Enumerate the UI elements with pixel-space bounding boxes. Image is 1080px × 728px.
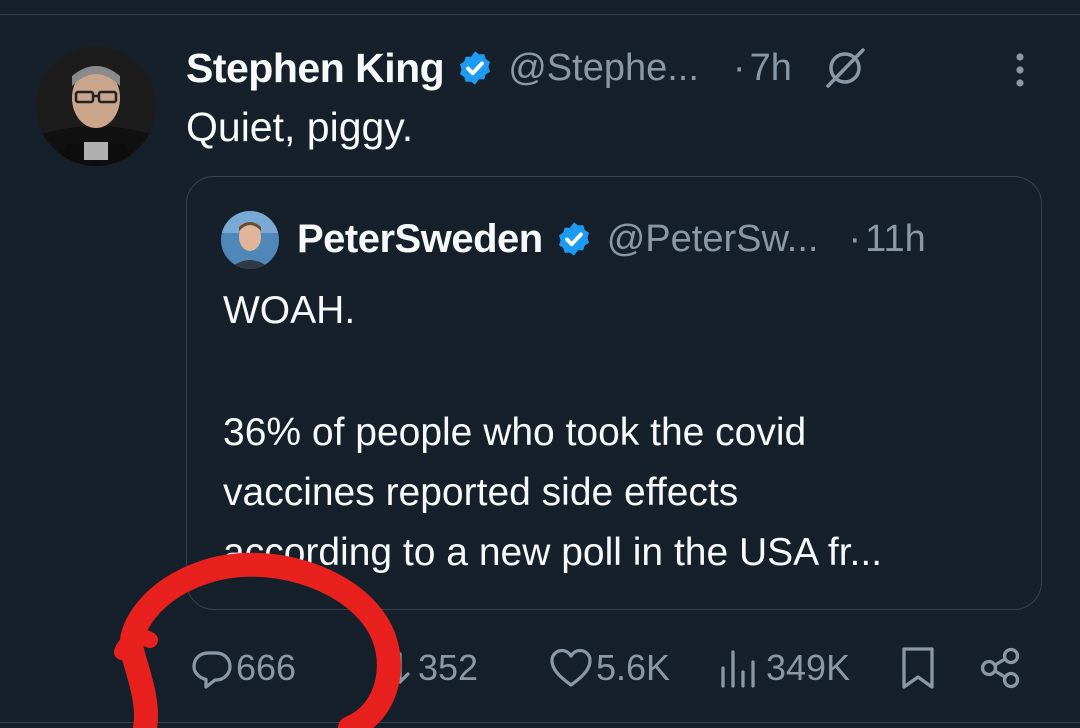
quoted-text-line: 36% of people who took the covid: [223, 411, 807, 454]
like-button[interactable]: 5.6K: [548, 632, 670, 704]
more-options-icon[interactable]: [1008, 50, 1032, 90]
quoted-author-handle[interactable]: @PeterSw...: [607, 218, 819, 261]
verified-badge-icon[interactable]: [555, 220, 593, 258]
separator-dot: ·: [848, 217, 862, 260]
quoted-text-line: WOAH.: [223, 289, 356, 332]
separator-dot: ·: [732, 46, 746, 89]
bookmark-button[interactable]: [898, 632, 938, 704]
repost-icon: [390, 652, 410, 684]
author-avatar-image: [36, 46, 156, 166]
share-button[interactable]: [976, 632, 1024, 704]
reply-icon: [192, 651, 232, 689]
quoted-tweet-header: PeterSweden @PeterSw... · 11h: [297, 207, 926, 271]
quoted-tweet-card[interactable]: PeterSweden @PeterSw... · 11h WOAH. 36% …: [186, 176, 1042, 610]
repost-count: 352: [418, 647, 479, 688]
quoted-author-avatar-image: [221, 211, 279, 269]
verified-badge-icon[interactable]: [456, 49, 494, 87]
top-divider: [0, 14, 1080, 15]
heart-icon: [550, 648, 592, 687]
views-count: 349K: [766, 647, 851, 688]
tweet-text: Quiet, piggy.: [186, 104, 414, 150]
quoted-author-avatar[interactable]: [221, 211, 279, 269]
quoted-text-line: according to a new poll in the USA fr...: [223, 531, 883, 574]
grok-icon[interactable]: [822, 45, 868, 91]
author-avatar[interactable]: [36, 46, 156, 166]
bookmark-icon: [902, 647, 934, 689]
share-icon: [980, 647, 1020, 689]
tweet-timestamp[interactable]: 7h: [750, 47, 792, 90]
quoted-text-line: vaccines reported side effects: [223, 471, 739, 514]
quoted-tweet-timestamp[interactable]: 11h: [865, 218, 926, 261]
repost-button[interactable]: 352: [384, 632, 478, 704]
bottom-divider: [0, 722, 1080, 723]
reply-count: 666: [236, 647, 297, 688]
tweet-action-bar: 666 352 5.6K 349K: [0, 632, 1080, 704]
quoted-author-display-name[interactable]: PeterSweden: [297, 217, 543, 262]
author-display-name[interactable]: Stephen King: [186, 45, 445, 92]
reply-button[interactable]: 666: [190, 632, 296, 704]
views-button[interactable]: 349K: [718, 632, 850, 704]
like-count: 5.6K: [596, 647, 671, 688]
views-icon: [721, 650, 755, 688]
author-handle[interactable]: @Stephe...: [508, 47, 699, 90]
tweet-header: Stephen King @Stephe... · 7h: [186, 38, 868, 98]
